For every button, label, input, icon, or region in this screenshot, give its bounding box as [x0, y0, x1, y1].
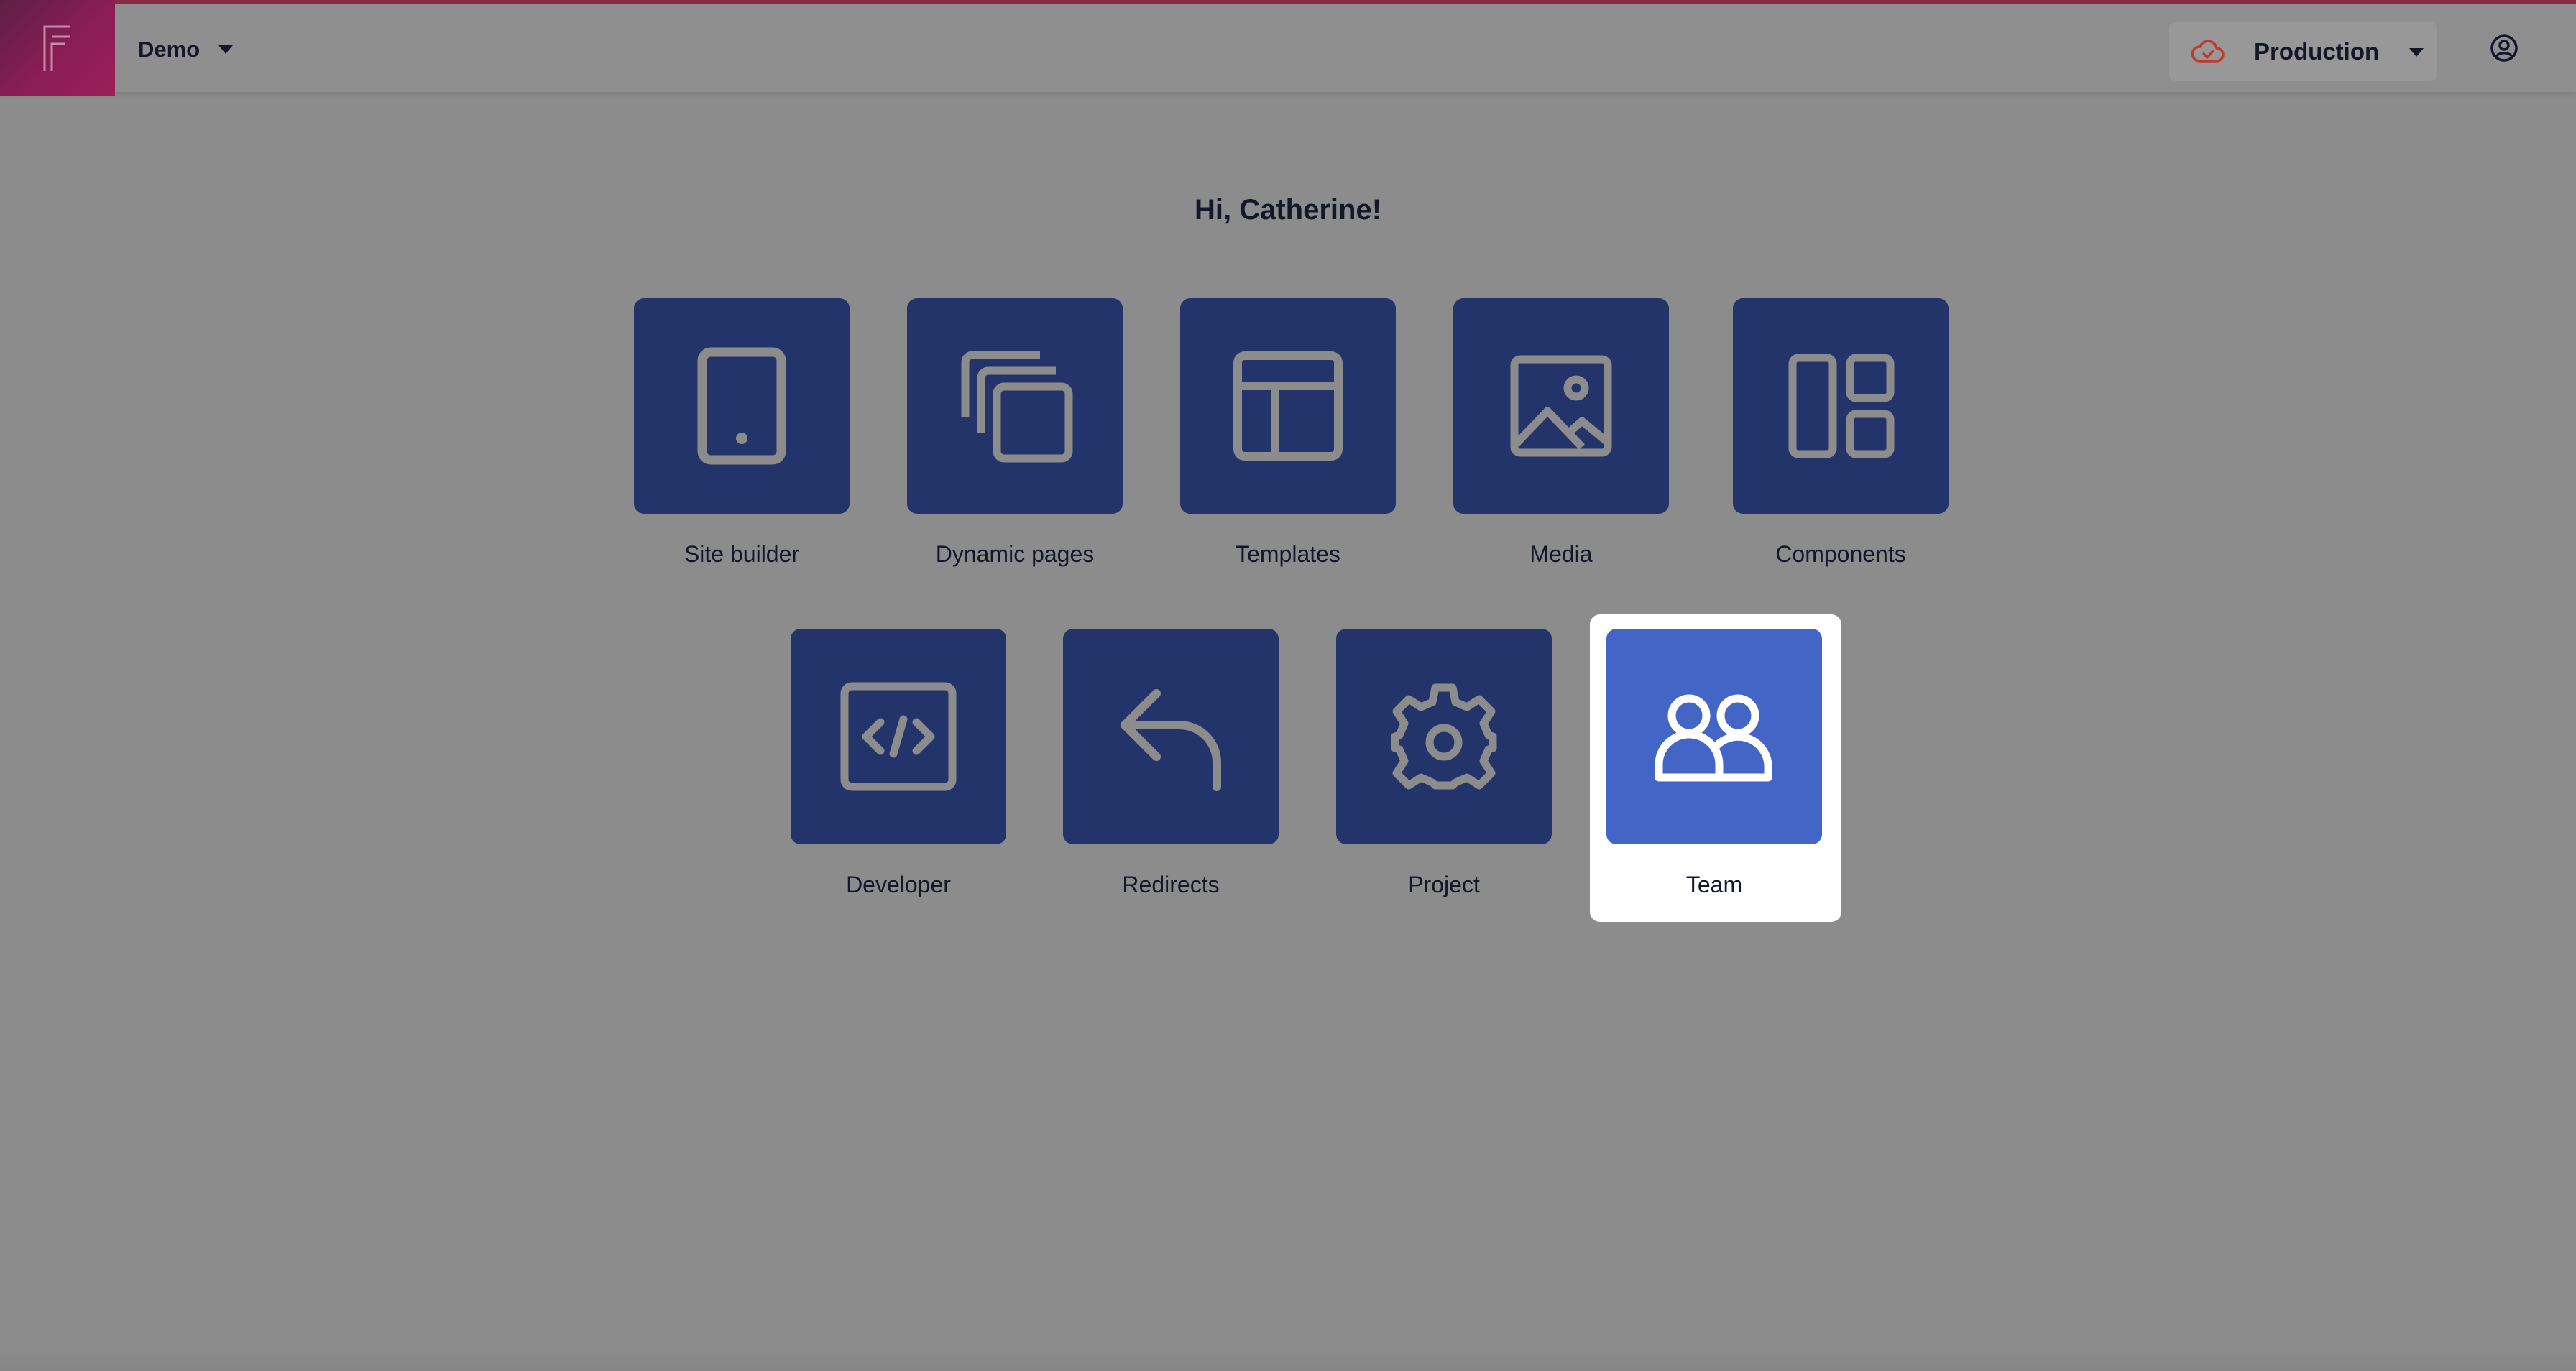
tile-site-builder[interactable]: Site builder: [634, 298, 850, 568]
tile-label: Redirects: [1122, 872, 1220, 897]
cloud-check-icon: [2191, 40, 2225, 63]
tile-templates[interactable]: Templates: [1180, 298, 1396, 568]
app-logo[interactable]: [0, 0, 115, 96]
project-name: Demo: [138, 37, 201, 62]
tile-dynamic-pages[interactable]: Dynamic pages: [907, 298, 1123, 568]
chevron-down-icon: [218, 45, 234, 54]
tile-icon-box: [791, 629, 1006, 844]
project-switcher[interactable]: Demo: [138, 29, 234, 70]
tile-label: Media: [1530, 541, 1593, 567]
tile-icon-box: [1733, 298, 1949, 514]
top-bar: Demo Production: [0, 0, 2576, 96]
logo-icon: [43, 25, 70, 71]
environment-label: Production: [2254, 38, 2380, 65]
tile-redirects[interactable]: Redirects: [1063, 629, 1279, 898]
tile-label: Components: [1775, 541, 1906, 567]
code-icon: [840, 682, 957, 791]
tile-icon-box: [1453, 298, 1669, 514]
tile-icon-box: [634, 298, 850, 514]
tile-label: Developer: [846, 872, 951, 897]
gear-icon: [1391, 683, 1497, 790]
tile-icon-box: [1180, 298, 1396, 514]
chevron-down-icon: [2409, 48, 2424, 57]
tile-label: Team: [1685, 872, 1743, 897]
tile-developer[interactable]: Developer: [791, 629, 1006, 898]
tile-icon-box: [1606, 629, 1822, 844]
tile-icon-box: [907, 298, 1123, 514]
tile-label: Site builder: [684, 541, 800, 567]
mobile-device-icon: [697, 347, 786, 465]
tile-icon-box: [1336, 629, 1552, 844]
stacked-pages-icon: [961, 351, 1073, 463]
user-account-icon[interactable]: [2488, 32, 2520, 64]
environment-switcher[interactable]: Production: [2169, 22, 2437, 81]
team-users-icon: [1655, 694, 1772, 782]
layout-template-icon: [1233, 351, 1343, 461]
tile-icon-box: [1063, 629, 1279, 844]
greeting-heading: Hi, Catherine!: [1194, 194, 1382, 226]
components-grid-icon: [1788, 354, 1895, 458]
page-footer-strip: [0, 1349, 2576, 1371]
tile-label: Dynamic pages: [935, 541, 1095, 567]
redirect-arrow-icon: [1121, 689, 1221, 791]
tile-team[interactable]: Team: [1606, 629, 1822, 898]
tile-components[interactable]: Components: [1733, 298, 1949, 568]
tile-label: Templates: [1236, 541, 1340, 567]
tile-project[interactable]: Project: [1336, 629, 1552, 898]
tile-media[interactable]: Media: [1453, 298, 1669, 568]
tile-label: Project: [1408, 872, 1480, 897]
image-icon: [1510, 355, 1612, 457]
